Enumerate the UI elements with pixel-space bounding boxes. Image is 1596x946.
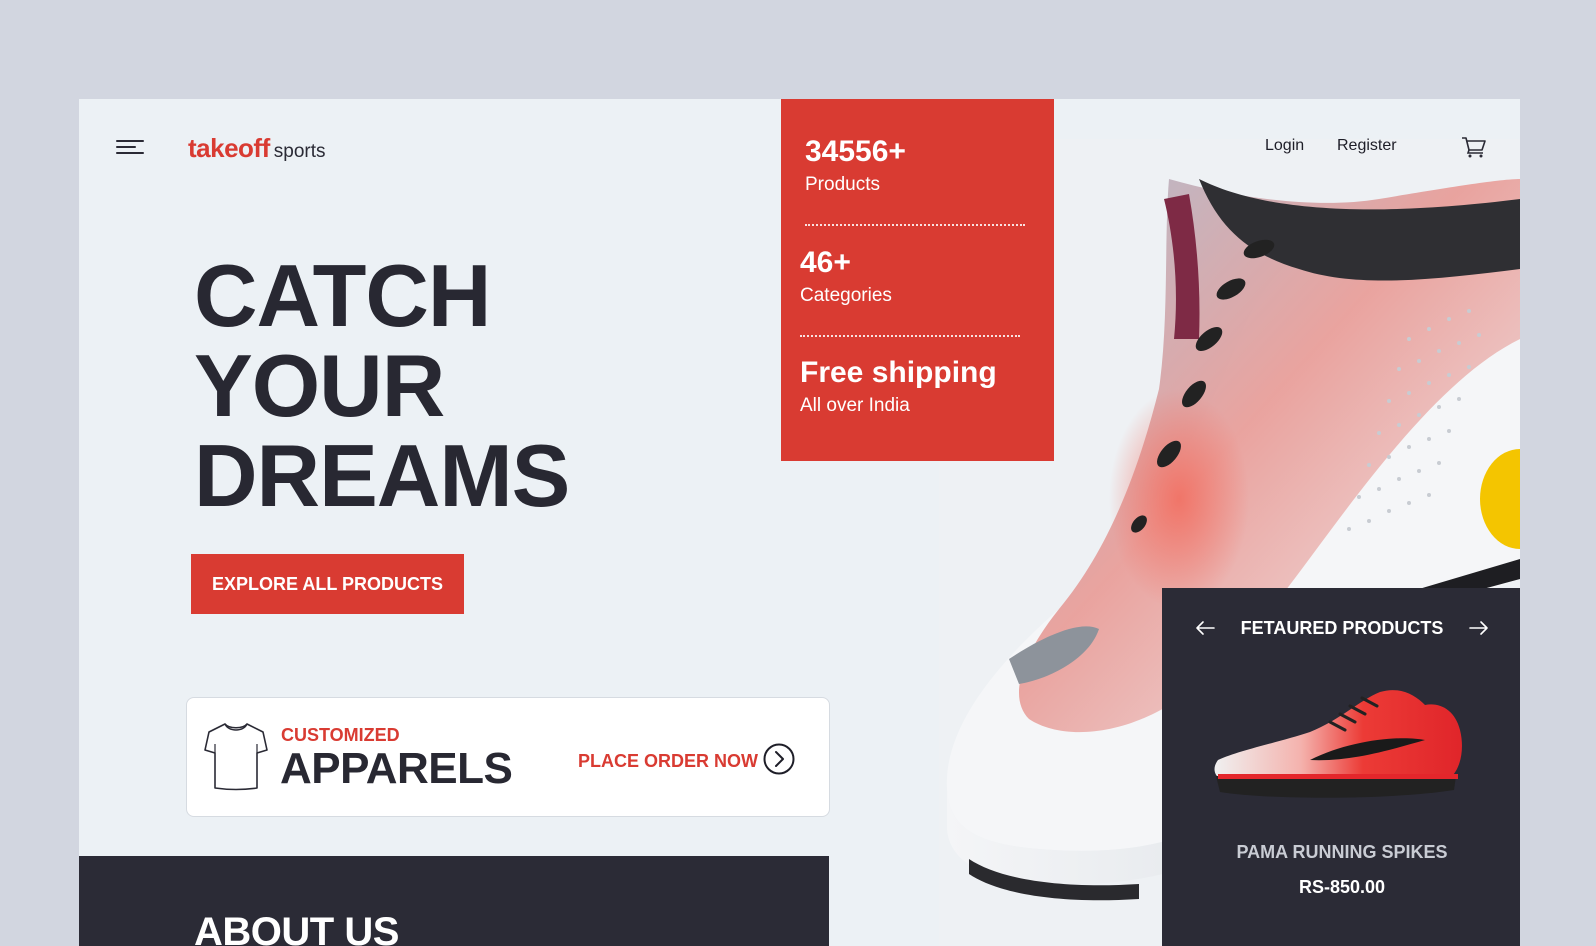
stat-categories-label: Categories [800,285,892,306]
featured-product-price: RS-850.00 [1298,877,1386,897]
chevron-right-circle-icon[interactable] [763,743,795,775]
featured-product-image[interactable] [1210,680,1470,810]
page-frame: takeoff sports Login Register CATCH YOUR … [79,99,1520,946]
stat-categories-value: 46+ [800,246,851,279]
explore-all-products-button[interactable]: EXPLORE ALL PRODUCTS [191,554,464,614]
register-link[interactable]: Register [1337,137,1397,155]
place-order-now-link[interactable]: PLACE ORDER NOW [578,751,758,772]
menu-icon[interactable] [116,139,146,157]
cart-icon[interactable] [1461,135,1487,159]
stat-products-label: Products [805,174,880,195]
logo-sub: sports [273,141,326,162]
logo-brand: takeoff [188,133,270,163]
tshirt-icon [204,723,268,791]
login-link[interactable]: Login [1265,137,1304,155]
customized-apparels-card[interactable]: CUSTOMIZED APPARELS PLACE ORDER NOW [186,697,830,817]
stat-divider [805,224,1025,226]
about-title: ABOUT US [194,910,399,946]
logo[interactable]: takeoff sports [188,133,326,164]
stat-shipping-label: All over India [800,395,910,416]
apparel-title: APPARELS [280,744,513,793]
hero-title-line-2: DREAMS [194,426,570,525]
hero-title: CATCH YOUR DREAMS [194,251,754,521]
featured-title: FETAURED PRODUCTS [1240,618,1444,638]
apparel-kicker: CUSTOMIZED [281,725,400,745]
stat-shipping-value: Free shipping [800,356,997,389]
featured-products-panel: FETAURED PRODUCTS PAMA RUNNING SPIKES RS… [1162,588,1520,946]
stat-products-value: 34556+ [805,135,906,168]
stats-panel: 34556+ Products 46+ Categories Free ship… [781,99,1054,461]
stat-divider [800,335,1020,337]
arrow-right-icon[interactable] [1468,618,1490,638]
hero-title-line-1: CATCH YOUR [194,246,491,435]
about-section: ABOUT US [79,856,829,946]
featured-product-name[interactable]: PAMA RUNNING SPIKES [1162,842,1520,863]
